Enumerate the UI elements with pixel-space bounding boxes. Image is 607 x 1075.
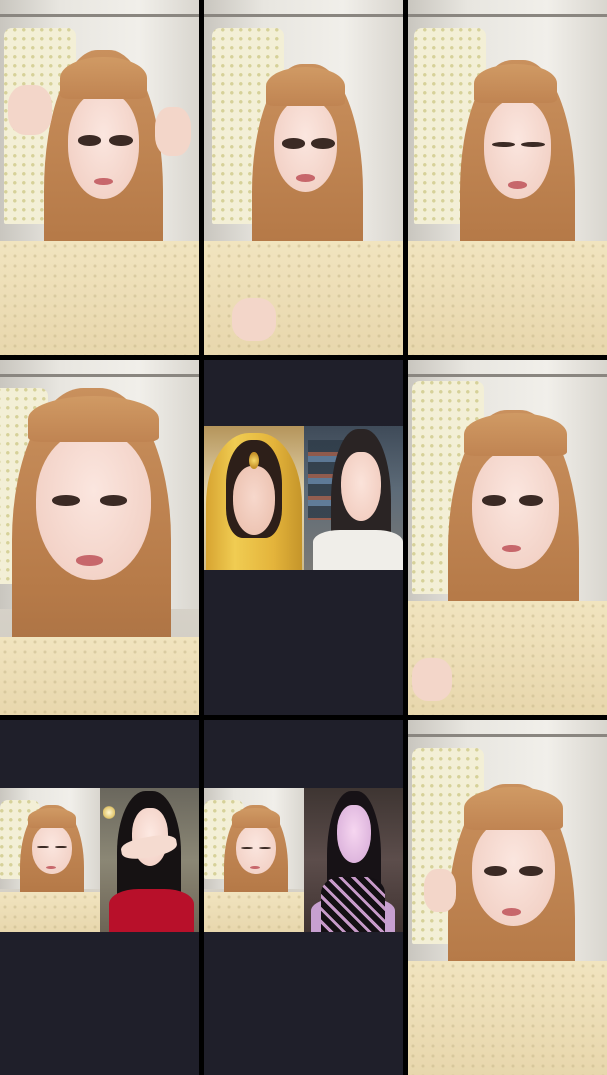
host-photo-duet: [0, 788, 100, 932]
host-photo-hand-near-ear: [408, 720, 607, 1075]
collage-tile-2: [204, 0, 403, 355]
collage-tile-7: [0, 720, 199, 1075]
guest-photo-traditional-outfit: [204, 426, 304, 570]
host-photo-front: [408, 360, 607, 715]
collage-tile-3: [408, 0, 607, 355]
collage-tile-4: [0, 360, 199, 715]
video-collage-grid: [0, 0, 607, 1075]
host-photo-duet: [204, 788, 304, 932]
guest-photo-home-room: [303, 426, 403, 570]
collage-tile-9: [408, 720, 607, 1075]
duet-frame: [0, 788, 199, 932]
collage-tile-1: [0, 0, 199, 355]
collage-tile-6: [408, 360, 607, 715]
host-photo-touching-hair: [204, 0, 403, 355]
collage-tile-5: [204, 360, 403, 715]
host-photo-looking-down: [408, 0, 607, 355]
guest-photo-dark-room: [303, 788, 403, 932]
duet-frame: [204, 426, 403, 570]
host-photo-hands-in-hair: [0, 0, 199, 355]
collage-tile-8: [204, 720, 403, 1075]
guest-photo-red-top: [99, 788, 199, 932]
duet-frame: [204, 788, 403, 932]
host-photo-close-up: [0, 360, 199, 715]
